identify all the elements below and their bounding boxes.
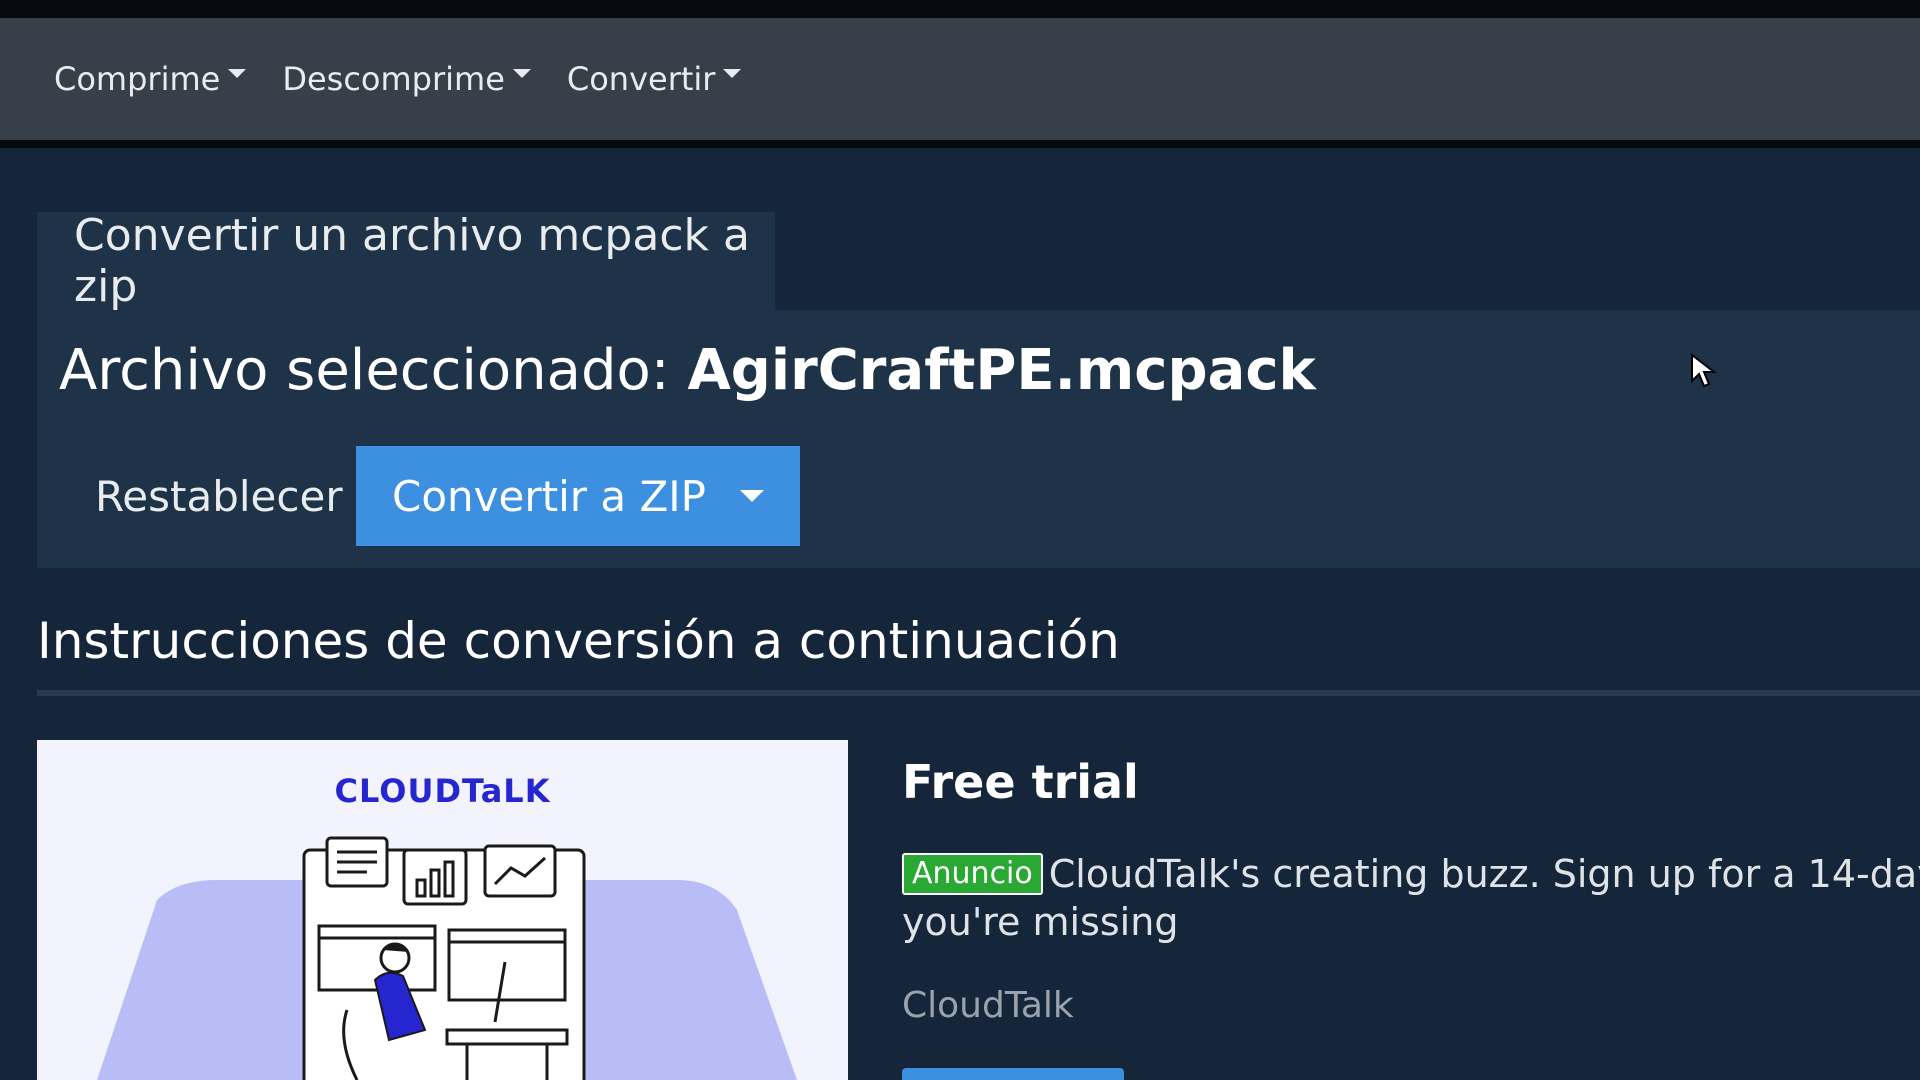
ad-advertiser[interactable]: CloudTalk xyxy=(902,985,1074,1026)
top-edge-bar xyxy=(0,0,1920,18)
ad-text-line1: CloudTalk's creating buzz. Sign up for a… xyxy=(1048,852,1920,896)
nav-compress-label: Comprime xyxy=(54,60,221,98)
tab-label: Convertir un archivo mcpack a zip xyxy=(74,210,750,312)
selected-file-label: Archivo seleccionado: xyxy=(59,338,688,403)
ad-title[interactable]: Free trial xyxy=(902,755,1139,809)
ad-text-line2: you're missing xyxy=(902,900,1179,944)
nav-convert-dropdown[interactable]: Convertir xyxy=(567,60,742,98)
caret-down-icon xyxy=(723,68,742,78)
reset-button-label: Restablecer xyxy=(95,471,343,521)
convert-to-zip-button[interactable]: Convertir a ZIP xyxy=(356,446,800,546)
caret-down-icon xyxy=(512,68,531,78)
navbar: Comprime Descomprime Convertir xyxy=(0,18,1920,140)
nav-divider xyxy=(0,140,1920,148)
mouse-cursor-icon xyxy=(1691,353,1717,388)
reset-button[interactable]: Restablecer xyxy=(95,446,343,546)
caret-down-icon[interactable] xyxy=(740,490,764,502)
tab-convert-mcpack-zip[interactable]: Convertir un archivo mcpack a zip xyxy=(37,210,775,312)
caret-down-icon xyxy=(228,68,247,78)
convert-button-label: Convertir a ZIP xyxy=(392,471,706,521)
ad-cta-button[interactable] xyxy=(902,1068,1124,1080)
nav-decompress-label: Descomprime xyxy=(282,60,505,98)
instructions-heading: Instrucciones de conversión a continuaci… xyxy=(37,612,1120,670)
nav-convert-label: Convertir xyxy=(566,60,716,98)
selected-file-heading: Archivo seleccionado: AgirCraftPE.mcpack xyxy=(59,338,1316,403)
ad-badge: Anuncio xyxy=(902,853,1043,895)
selected-file-card: Archivo seleccionado: AgirCraftPE.mcpack… xyxy=(37,310,1920,568)
ad-illustration xyxy=(97,836,797,1080)
nav-compress-dropdown[interactable]: Comprime xyxy=(54,60,247,98)
section-divider xyxy=(37,690,1920,696)
ad-text: Anuncio CloudTalk's creating buzz. Sign u… xyxy=(902,850,1920,946)
nav-decompress-dropdown[interactable]: Descomprime xyxy=(282,60,531,98)
ad-image[interactable]: CLOUDTaLK xyxy=(37,740,848,1080)
selected-file-name: AgirCraftPE.mcpack xyxy=(687,338,1316,403)
